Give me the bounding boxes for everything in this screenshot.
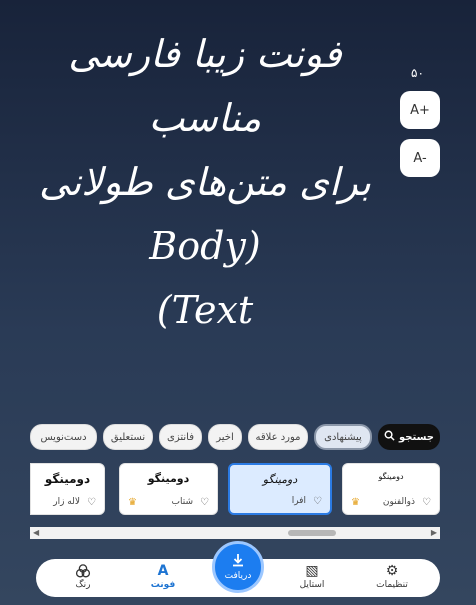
nav-style-label: استایل [299,580,325,590]
font-list: دومینگو ذوالفنون ♡ ♛ دومینگو افرا ♡ دومی… [30,463,440,515]
font-sample: دومینگو [262,473,298,486]
nav-style[interactable]: ▧ استایل [282,563,342,590]
heart-icon[interactable]: ♡ [87,497,96,508]
scrollbar-thumb[interactable] [288,530,336,536]
nav-font-label: فونت [150,580,176,590]
font-sample: دومینگو [147,472,190,485]
font-card-shetab[interactable]: دومینگو شتاب ♡ ♛ [119,463,218,515]
chip-recent[interactable]: اخیر [208,424,242,450]
chip-suggested[interactable]: پیشنهادی [314,424,372,450]
preview-text: فونت زیبا فارسی مناسب برای متن‌های طولان… [20,22,390,342]
scroll-left-icon[interactable]: ◀ [33,527,39,539]
preview-line-3: Text) [156,288,254,332]
heart-icon[interactable]: ♡ [422,497,431,508]
font-sample: دومینگو [44,472,91,486]
download-button[interactable]: دریافت [212,541,264,593]
heart-icon[interactable]: ♡ [200,497,209,508]
font-name: ذوالفنون [382,497,415,507]
search-icon [384,430,395,444]
decrease-font-size-button[interactable]: A- [400,139,440,177]
chip-favorites[interactable]: مورد علاقه [248,424,308,450]
nav-color-label: رنگ [75,580,91,590]
crown-icon: ♛ [128,497,137,508]
download-label: دریافت [224,571,252,581]
heart-icon[interactable]: ♡ [313,496,322,507]
chip-fantasy[interactable]: فانتزی [159,424,202,450]
color-palette-icon [53,563,113,580]
font-name: لاله زار [53,497,80,507]
download-icon [215,552,261,571]
font-name: افرا [291,496,306,506]
scroll-right-icon[interactable]: ▶ [431,527,437,539]
nav-font[interactable]: A فونت [133,563,193,590]
search-button[interactable]: جستجو [378,424,440,450]
filter-chips: جستجو پیشنهادی مورد علاقه اخیر فانتزی نس… [0,424,476,452]
search-label: جستجو [399,431,434,443]
font-icon: A [157,563,169,579]
nav-color[interactable]: رنگ [53,563,113,590]
preview-line-2: برای متن‌های طولانی (Body [39,160,371,268]
chip-nastaliq[interactable]: نستعلیق [103,424,153,450]
gear-icon: ⚙ [385,563,399,579]
font-name: شتاب [171,497,193,507]
font-sample: دومینگو [378,472,404,481]
horizontal-scrollbar[interactable]: ◀ ▶ [30,527,440,539]
nav-settings[interactable]: ⚙ تنظیمات [362,563,422,590]
font-card-zolfonoon[interactable]: دومینگو ذوالفنون ♡ ♛ [342,463,440,515]
style-icon: ▧ [305,563,319,579]
chip-handwritten[interactable]: دست‌نویس [30,424,97,450]
crown-icon: ♛ [351,497,360,508]
increase-font-size-button[interactable]: A+ [400,91,440,129]
nav-settings-label: تنظیمات [376,580,408,590]
preview-line-1: فونت زیبا فارسی مناسب [68,32,342,140]
font-card-afra[interactable]: دومینگو افرا ♡ [228,463,332,515]
font-card-lalezar[interactable]: دومینگو لاله زار ♡ [30,463,105,515]
font-size-value: ۵۰ [411,66,424,80]
